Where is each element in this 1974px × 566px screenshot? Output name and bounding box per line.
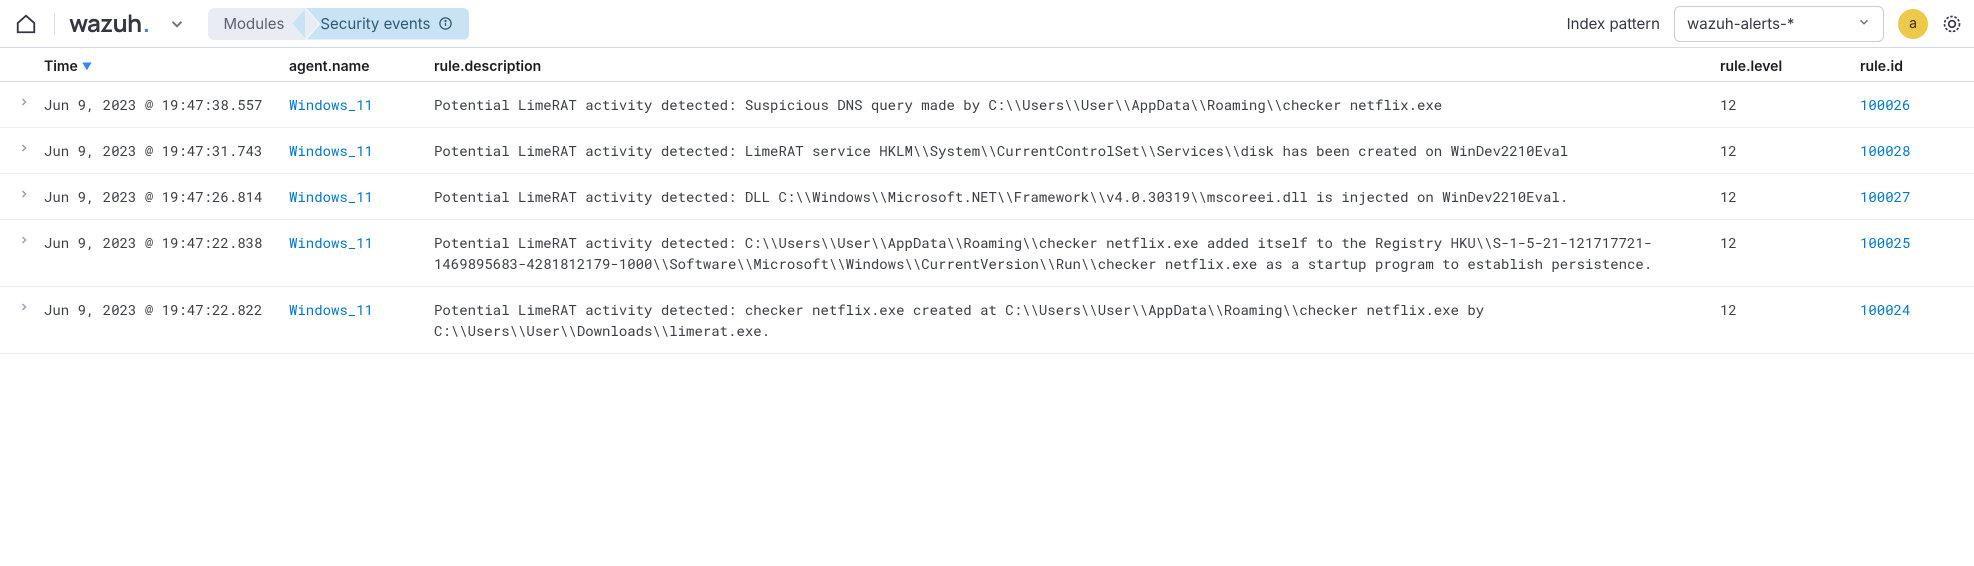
cell-level: 12 (1720, 186, 1860, 207)
cell-description: Potential LimeRAT activity detected: Lim… (434, 140, 1720, 161)
news-feed-icon[interactable] (1942, 14, 1962, 34)
col-description[interactable]: rule.description (434, 58, 1720, 75)
cell-description: Potential LimeRAT activity detected: Sus… (434, 94, 1720, 115)
cell-level: 12 (1720, 94, 1860, 115)
logo-dot: . (143, 7, 150, 40)
app-switcher-chevron-icon[interactable] (168, 15, 186, 33)
table-row: Jun 9, 2023 @ 19:47:26.814 Windows_11 Po… (0, 174, 1974, 220)
expand-row-icon[interactable] (4, 186, 44, 200)
header-right: Index pattern wazuh-alerts-* a (1567, 6, 1962, 42)
avatar[interactable]: a (1898, 9, 1928, 39)
cell-description: Potential LimeRAT activity detected: C:\… (434, 232, 1720, 274)
cell-time: Jun 9, 2023 @ 19:47:22.838 (44, 232, 289, 253)
cell-time: Jun 9, 2023 @ 19:47:22.822 (44, 299, 289, 320)
breadcrumb: Modules Security events (208, 0, 470, 47)
breadcrumb-label: Modules (224, 14, 285, 33)
table-row: Jun 9, 2023 @ 19:47:31.743 Windows_11 Po… (0, 128, 1974, 174)
col-id-label: rule.id (1860, 58, 1903, 75)
cell-level: 12 (1720, 232, 1860, 253)
col-time-label: Time (44, 58, 78, 75)
cell-agent[interactable]: Windows_11 (289, 140, 434, 161)
table-row: Jun 9, 2023 @ 19:47:22.822 Windows_11 Po… (0, 287, 1974, 354)
sort-desc-icon: ▼ (82, 61, 92, 73)
index-pattern-label: Index pattern (1567, 14, 1660, 33)
info-icon[interactable] (438, 16, 453, 31)
cell-rule-id[interactable]: 100025 (1860, 232, 1970, 253)
cell-agent[interactable]: Windows_11 (289, 299, 434, 320)
cell-rule-id[interactable]: 100024 (1860, 299, 1970, 320)
cell-level: 12 (1720, 299, 1860, 320)
chevron-down-icon (1857, 14, 1871, 33)
cell-time: Jun 9, 2023 @ 19:47:26.814 (44, 186, 289, 207)
table-row: Jun 9, 2023 @ 19:47:38.557 Windows_11 Po… (0, 82, 1974, 128)
index-pattern-value: wazuh-alerts-* (1687, 14, 1794, 33)
expand-row-icon[interactable] (4, 299, 44, 313)
header-divider (54, 13, 55, 35)
col-level[interactable]: rule.level (1720, 58, 1860, 75)
expand-row-icon[interactable] (4, 140, 44, 154)
col-level-label: rule.level (1720, 58, 1782, 75)
table-row: Jun 9, 2023 @ 19:47:22.838 Windows_11 Po… (0, 220, 1974, 287)
cell-rule-id[interactable]: 100027 (1860, 186, 1970, 207)
expand-row-icon[interactable] (4, 232, 44, 246)
cell-description: Potential LimeRAT activity detected: che… (434, 299, 1720, 341)
col-id[interactable]: rule.id (1860, 58, 1970, 75)
table-header: Time ▼ agent.name rule.description rule.… (0, 48, 1974, 82)
col-description-label: rule.description (434, 58, 541, 75)
home-icon[interactable] (12, 10, 40, 38)
cell-rule-id[interactable]: 100028 (1860, 140, 1970, 161)
logo-text: wazuh (69, 7, 142, 40)
col-agent[interactable]: agent.name (289, 58, 434, 75)
cell-time: Jun 9, 2023 @ 19:47:38.557 (44, 94, 289, 115)
cell-agent[interactable]: Windows_11 (289, 186, 434, 207)
breadcrumb-modules[interactable]: Modules (208, 8, 307, 40)
cell-agent[interactable]: Windows_11 (289, 232, 434, 253)
app-logo[interactable]: wazuh. (69, 7, 150, 40)
index-pattern-select[interactable]: wazuh-alerts-* (1674, 6, 1884, 42)
cell-time: Jun 9, 2023 @ 19:47:31.743 (44, 140, 289, 161)
cell-rule-id[interactable]: 100026 (1860, 94, 1970, 115)
events-table: Time ▼ agent.name rule.description rule.… (0, 48, 1974, 354)
cell-level: 12 (1720, 140, 1860, 161)
col-agent-label: agent.name (289, 58, 370, 75)
expand-row-icon[interactable] (4, 94, 44, 108)
cell-description: Potential LimeRAT activity detected: DLL… (434, 186, 1720, 207)
cell-agent[interactable]: Windows_11 (289, 94, 434, 115)
col-time[interactable]: Time ▼ (44, 58, 289, 75)
avatar-letter: a (1909, 15, 1917, 32)
breadcrumb-label: Security events (320, 14, 430, 33)
header-bar: wazuh. Modules Security events Index pat… (0, 0, 1974, 48)
